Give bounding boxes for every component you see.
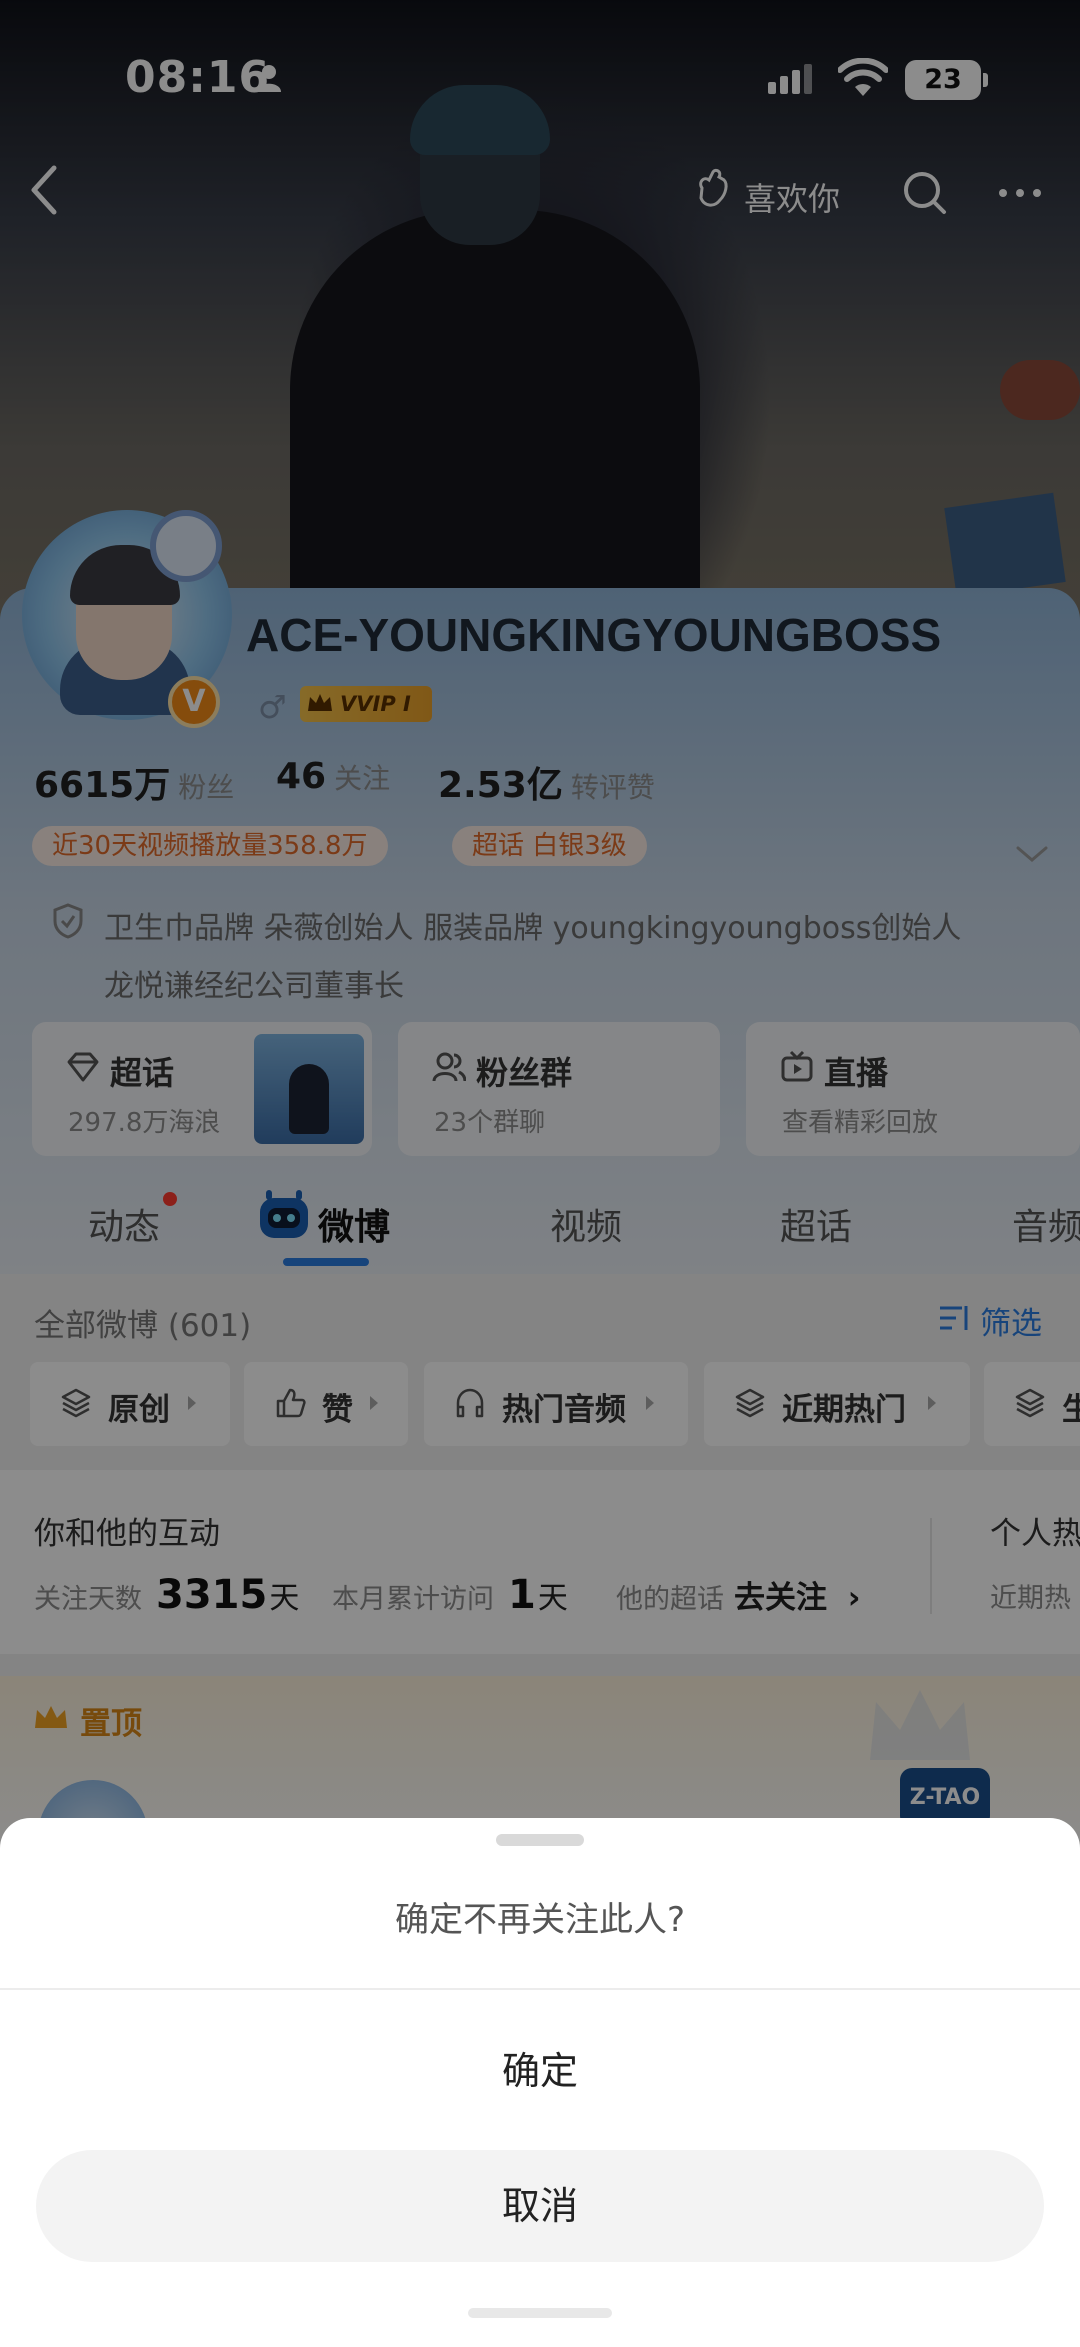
sheet-drag-handle[interactable] xyxy=(496,1834,584,1846)
divider xyxy=(0,1988,1080,1990)
unfollow-question: 确定不再关注此人? xyxy=(394,1900,686,1940)
confirm-button[interactable]: 确定 xyxy=(0,2026,1080,2116)
cancel-button[interactable]: 取消 xyxy=(36,2150,1044,2262)
home-indicator[interactable] xyxy=(468,2308,612,2318)
